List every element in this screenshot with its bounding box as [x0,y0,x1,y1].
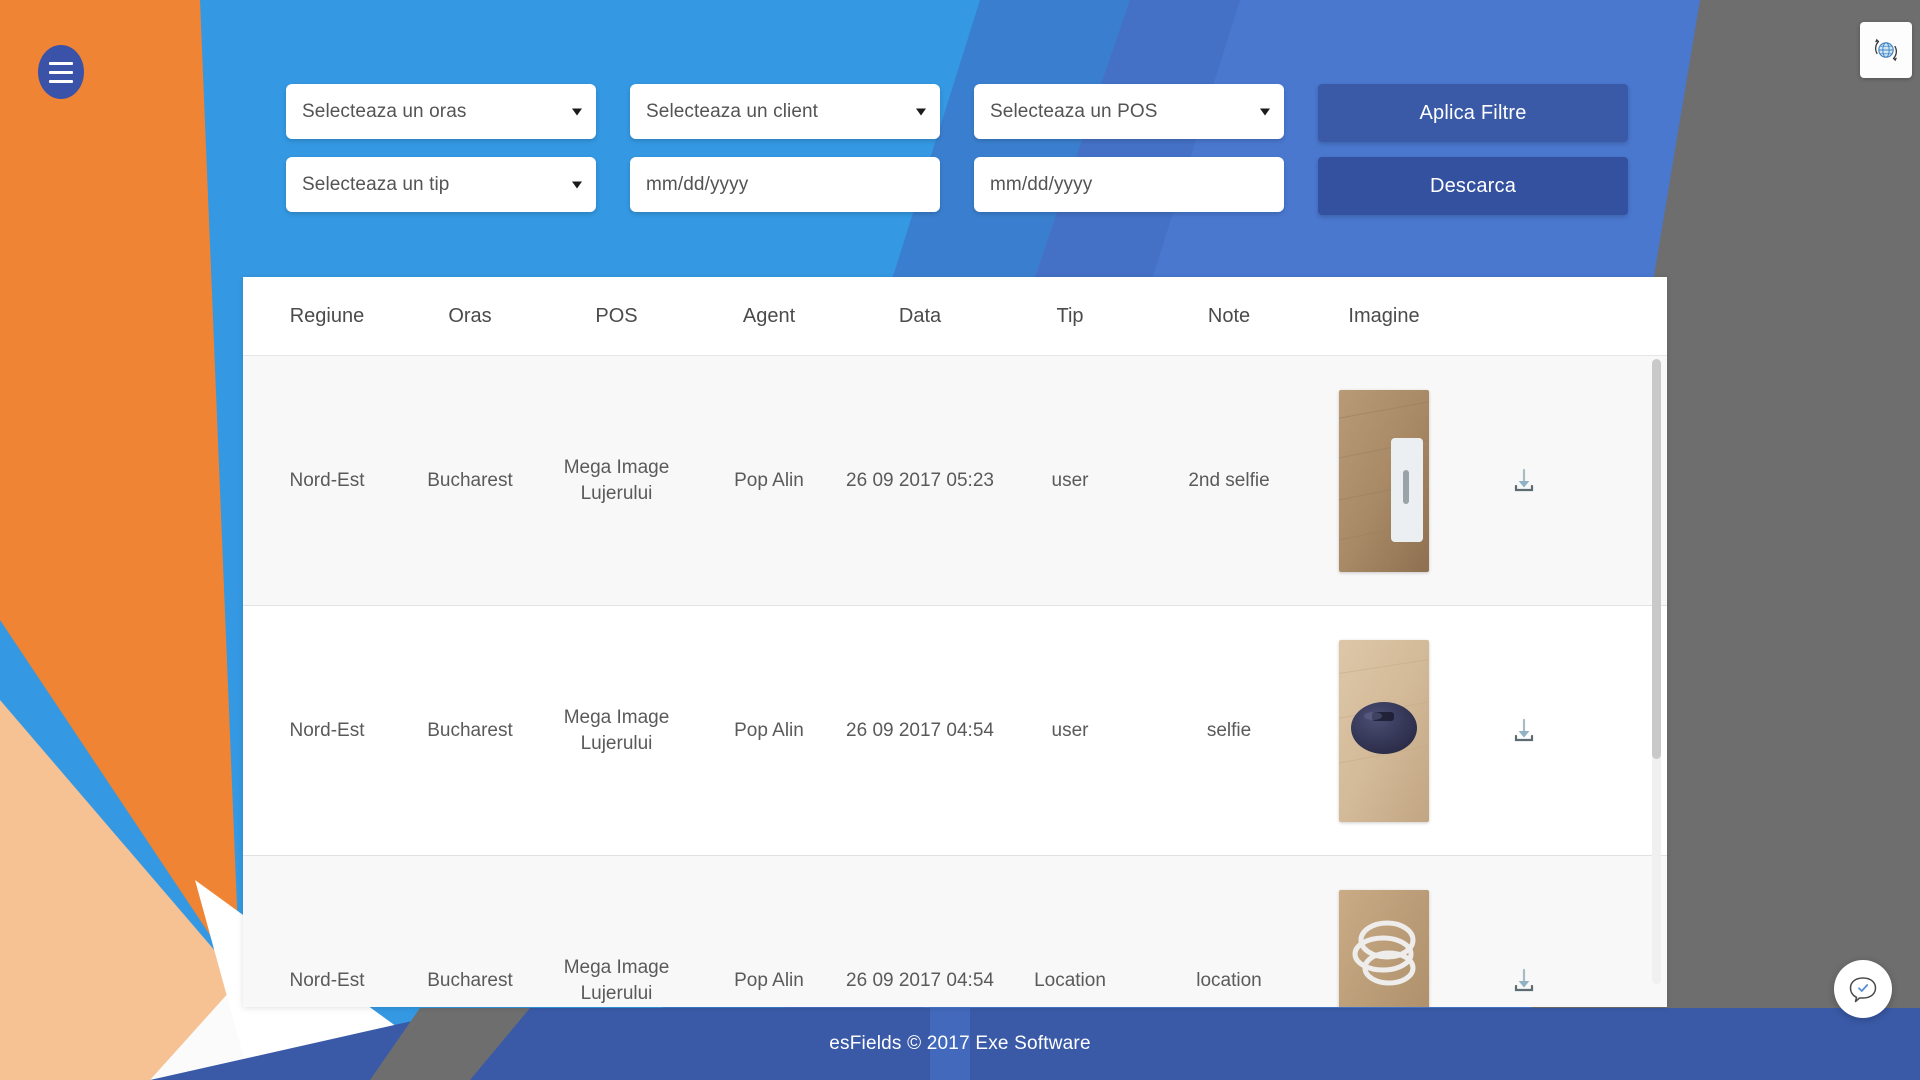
client-select[interactable]: Selecteaza un client [630,84,940,139]
cell-oras: Bucharest [427,969,513,991]
globe-translate-icon [1875,38,1897,62]
table-row[interactable]: Nord-Est Bucharest Mega Image Lujerului … [243,606,1667,856]
date-from-input[interactable]: mm/dd/yyyy [630,157,940,212]
row-thumbnail-image[interactable] [1339,639,1429,822]
column-header-data: Data [898,304,942,327]
cell-oras: Bucharest [427,469,513,491]
table-scrollbar[interactable] [1652,359,1661,984]
download-row-button[interactable] [1507,714,1541,748]
menu-toggle-button[interactable] [38,45,84,99]
cell-note: selfie [1206,719,1252,741]
hamburger-icon-bar [49,61,73,65]
download-icon [1514,718,1534,741]
column-header-tip: Tip [1056,304,1084,327]
column-header-regiune: Regiune [289,304,365,327]
type-select-value: Selecteaza un tip [302,173,450,195]
cell-pos: Mega Image Lujerului [563,956,670,1004]
footer-copyright: esFields © 2017 Exe Software [829,1033,1091,1054]
chevron-down-icon [572,181,582,188]
type-select[interactable]: Selecteaza un tip [286,157,596,212]
filter-row-1: Selecteaza un oras Selecteaza un client … [286,84,1634,142]
chevron-down-icon [1260,108,1270,115]
filter-row-2: Selecteaza un tip mm/dd/yyyy mm/dd/yyyy … [286,157,1634,215]
cell-regiune: Nord-Est [289,719,365,741]
table-row[interactable]: Nord-Est Bucharest Mega Image Lujerului … [243,356,1667,606]
cell-data: 26 09 2017 04:54 [846,719,994,741]
cell-regiune: Nord-Est [289,969,365,991]
column-header-note: Note [1207,304,1251,327]
hamburger-icon-bar [49,79,73,83]
download-icon [1514,968,1534,991]
results-table: Regiune Oras POS Agent Data Tip Note Ima… [243,277,1667,1007]
column-header-agent: Agent [742,304,796,327]
city-select[interactable]: Selecteaza un oras [286,84,596,139]
download-button[interactable]: Descarca [1318,157,1628,215]
city-select-value: Selecteaza un oras [302,100,467,122]
date-to-value: mm/dd/yyyy [990,173,1093,195]
cell-tip: Location [1034,969,1106,991]
cell-pos: Mega Image Lujerului [563,456,670,504]
chat-support-button[interactable] [1834,960,1892,1018]
download-row-button[interactable] [1507,964,1541,998]
hamburger-icon-bar [49,70,73,74]
download-icon [1514,468,1534,491]
row-thumbnail-image[interactable] [1339,889,1429,1008]
cell-regiune: Nord-Est [289,469,365,491]
page-footer: esFields © 2017 Exe Software [0,1008,1920,1080]
cell-data: 26 09 2017 04:54 [846,969,994,991]
chevron-down-icon [572,108,582,115]
pos-select[interactable]: Selecteaza un POS [974,84,1284,139]
filter-bar: Selecteaza un oras Selecteaza un client … [286,84,1634,215]
chat-bubble-check-icon [1849,977,1877,1003]
column-header-pos: POS [595,304,638,327]
column-header-imagine: Imagine [1348,304,1420,327]
cell-note: 2nd selfie [1188,469,1270,491]
cell-tip: user [1051,469,1089,491]
date-to-input[interactable]: mm/dd/yyyy [974,157,1284,212]
cell-tip: user [1051,719,1089,741]
column-header-oras: Oras [448,304,492,327]
translate-widget-button[interactable] [1860,22,1912,78]
table-body: Nord-Est Bucharest Mega Image Lujerului … [243,356,1667,1007]
cell-agent: Pop Alin [734,469,804,491]
apply-filters-button[interactable]: Aplica Filtre [1318,84,1628,142]
pos-select-value: Selecteaza un POS [990,100,1158,122]
client-select-value: Selecteaza un client [646,100,819,122]
date-from-value: mm/dd/yyyy [646,173,749,195]
cell-agent: Pop Alin [734,719,804,741]
cell-data: 26 09 2017 05:23 [846,469,994,491]
row-thumbnail-image[interactable] [1339,389,1429,572]
cell-oras: Bucharest [427,719,513,741]
chevron-down-icon [916,108,926,115]
table-header-row: Regiune Oras POS Agent Data Tip Note Ima… [243,277,1667,356]
table-row[interactable]: Nord-Est Bucharest Mega Image Lujerului … [243,856,1667,1007]
cell-note: location [1196,969,1262,991]
table-scrollbar-thumb[interactable] [1652,359,1661,759]
cell-agent: Pop Alin [734,969,804,991]
download-row-button[interactable] [1507,464,1541,498]
cell-pos: Mega Image Lujerului [563,706,670,754]
